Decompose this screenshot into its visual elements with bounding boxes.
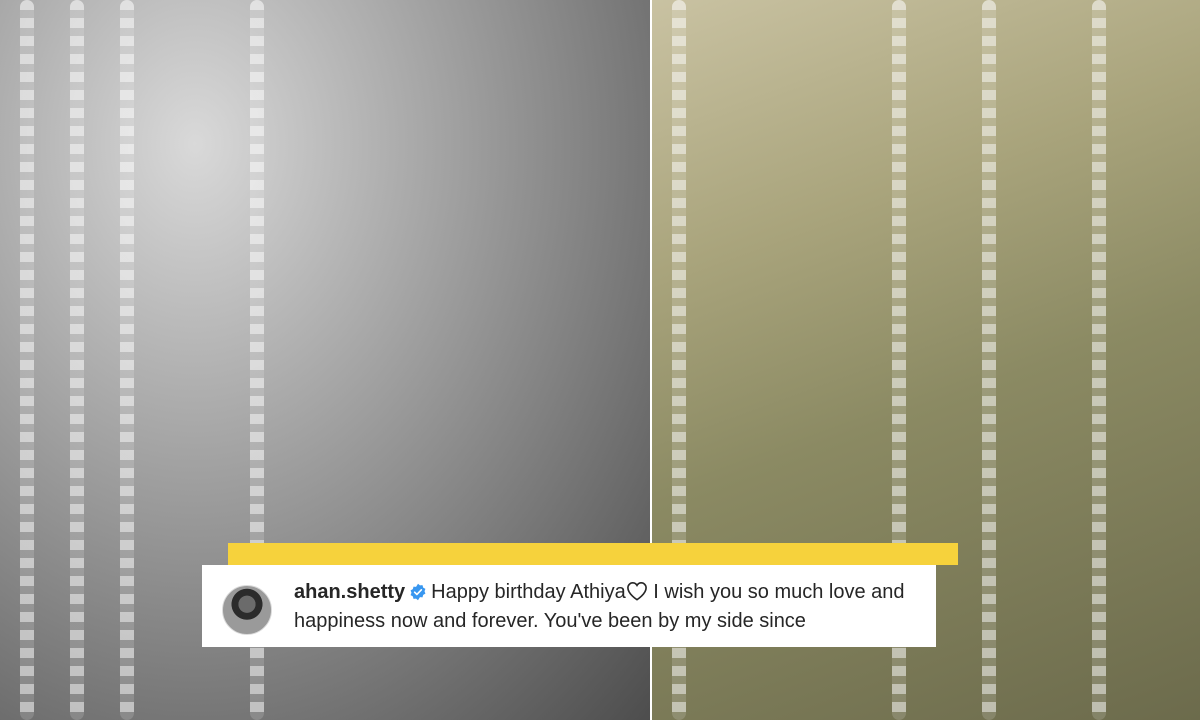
username-link[interactable]: ahan.shetty [294,581,405,603]
caption-highlight-bar [228,543,958,565]
verified-badge-icon [409,582,427,608]
avatar[interactable] [222,585,272,635]
heart-icon [626,581,648,608]
instagram-caption-card: ahan.shetty Happy birthday Athiya I wish … [202,565,936,647]
composite-image: ahan.shetty Happy birthday Athiya I wish … [0,0,1200,720]
caption-text-start: Happy birthday Athiya [431,581,626,603]
caption-text: ahan.shetty Happy birthday Athiya I wish … [294,579,914,634]
